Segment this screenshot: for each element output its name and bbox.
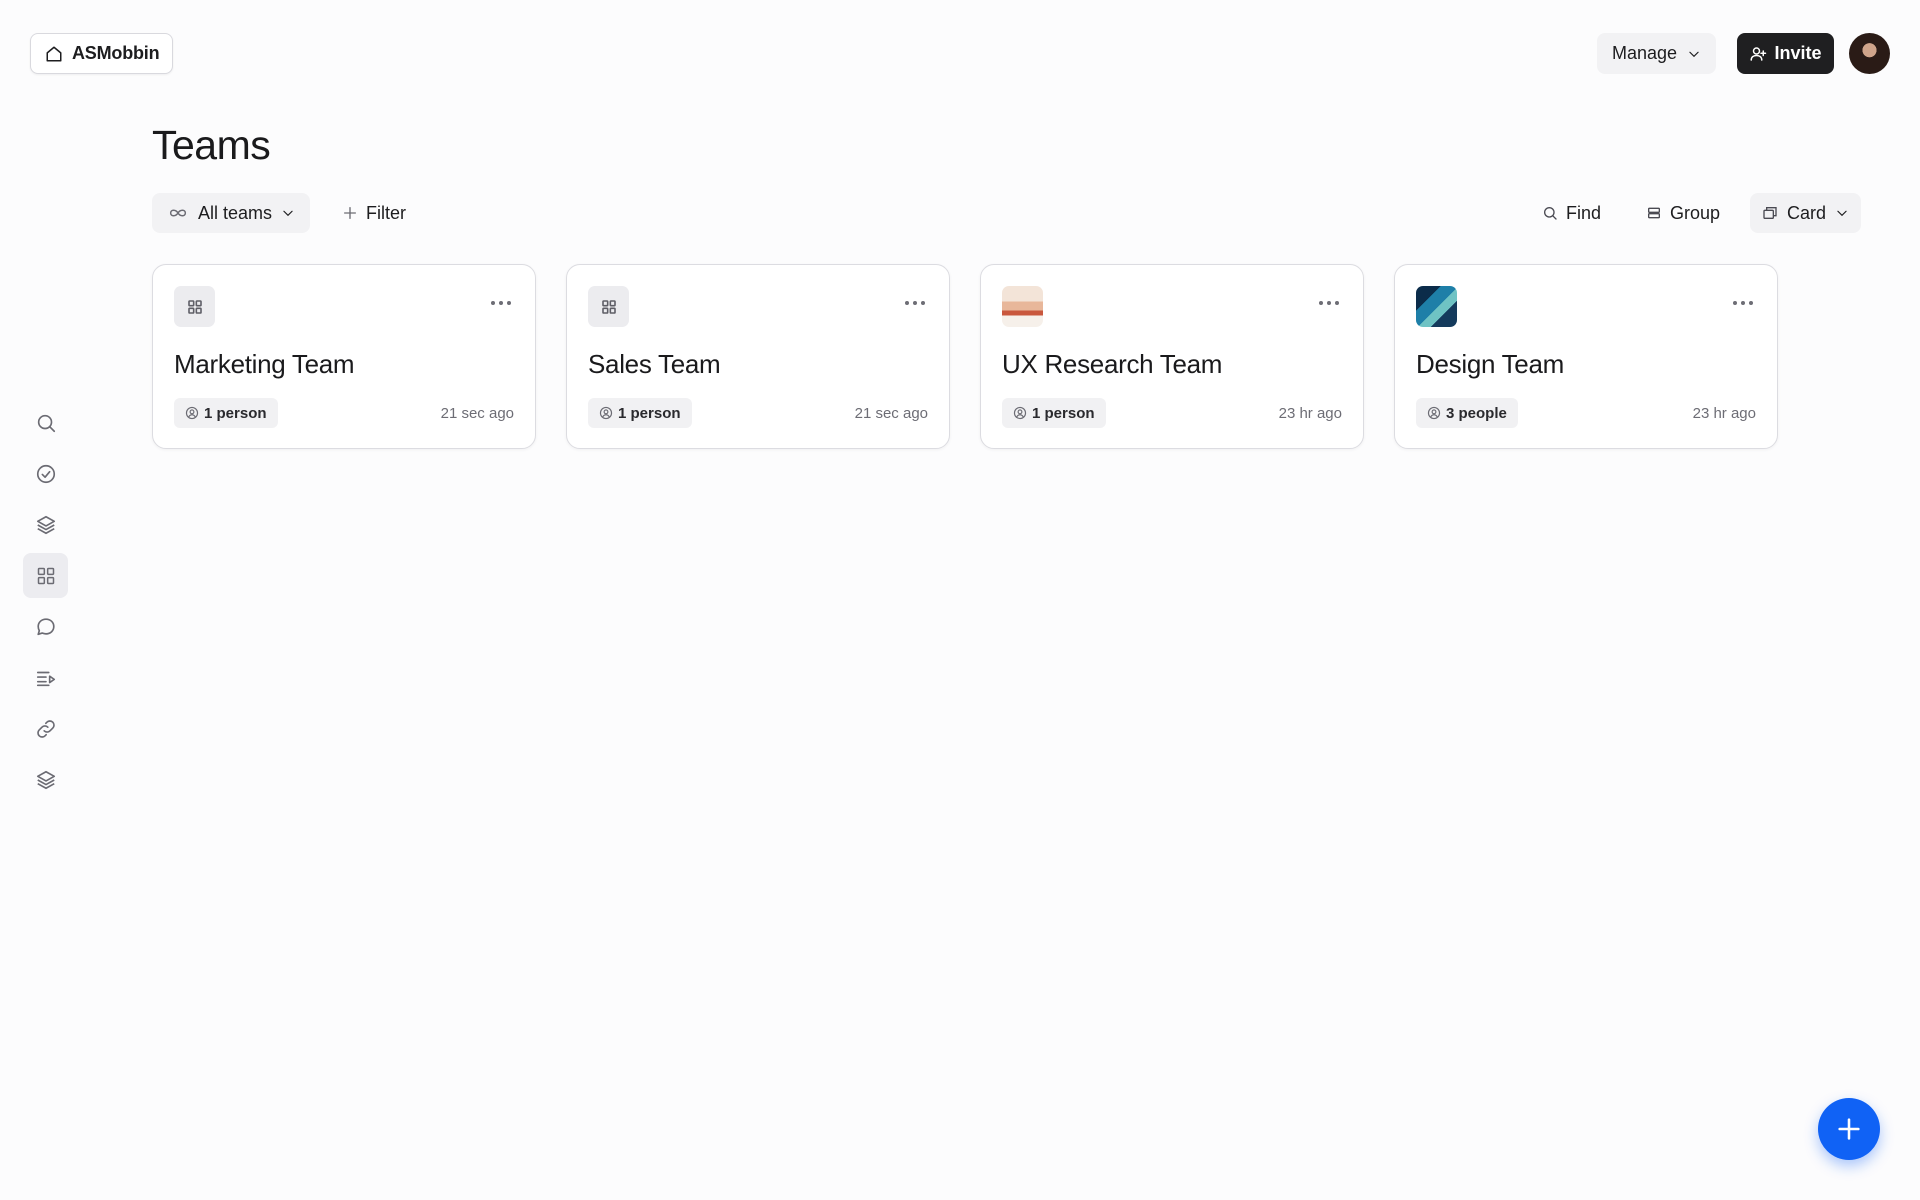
manage-button[interactable]: Manage xyxy=(1597,33,1717,74)
team-card[interactable]: Design Team 3 people 23 hr ago xyxy=(1394,264,1778,449)
plus-icon xyxy=(342,205,358,221)
search-icon xyxy=(35,412,57,434)
member-count-badge: 1 person xyxy=(588,398,692,428)
page-title: Teams xyxy=(152,122,271,168)
member-count: 1 person xyxy=(204,404,267,422)
team-thumbnail xyxy=(588,286,629,327)
team-card[interactable]: Sales Team 1 person 21 sec ago xyxy=(566,264,950,449)
team-name: Sales Team xyxy=(588,349,721,379)
user-circle-icon xyxy=(599,406,613,420)
create-team-button[interactable] xyxy=(1818,1098,1880,1160)
team-thumbnail xyxy=(174,286,215,327)
team-photo-thumbnail xyxy=(1002,286,1043,327)
grid-icon xyxy=(601,299,617,315)
chevron-down-icon xyxy=(281,206,295,220)
invite-button[interactable]: Invite xyxy=(1737,33,1834,74)
member-count-badge: 1 person xyxy=(1002,398,1106,428)
sidebar-item-tasks[interactable] xyxy=(23,451,68,496)
more-options-icon[interactable] xyxy=(905,297,925,309)
view-mode-label: Card xyxy=(1787,202,1827,223)
member-count-badge: 3 people xyxy=(1416,398,1518,428)
workspace-name: ASMobbin xyxy=(72,43,160,63)
find-label: Find xyxy=(1566,202,1602,223)
invite-label: Invite xyxy=(1774,43,1822,63)
filter-label: Filter xyxy=(366,202,406,223)
sidebar-item-messages[interactable] xyxy=(23,604,68,649)
link-icon xyxy=(35,718,57,740)
more-options-icon[interactable] xyxy=(1733,297,1753,309)
add-filter-button[interactable]: Filter xyxy=(336,193,412,233)
infinity-icon xyxy=(167,206,189,220)
add-user-icon xyxy=(1749,45,1767,63)
grid-icon xyxy=(187,299,203,315)
plus-icon xyxy=(1835,1115,1863,1143)
sidebar-item-projects[interactable] xyxy=(23,502,68,547)
user-circle-icon xyxy=(1013,406,1027,420)
find-button[interactable]: Find xyxy=(1536,193,1607,233)
team-scope-label: All teams xyxy=(198,202,273,223)
member-count: 1 person xyxy=(1032,404,1095,422)
updated-time: 21 sec ago xyxy=(440,405,514,422)
playlist-icon xyxy=(35,667,57,689)
layers-icon xyxy=(35,514,57,536)
updated-time: 23 hr ago xyxy=(1692,405,1756,422)
grid-icon xyxy=(36,566,56,586)
sidebar-nav xyxy=(23,400,68,808)
group-button[interactable]: Group xyxy=(1640,193,1726,233)
more-options-icon[interactable] xyxy=(491,297,511,309)
team-scope-dropdown[interactable]: All teams xyxy=(152,193,311,233)
team-card[interactable]: UX Research Team 1 person 23 hr ago xyxy=(980,264,1364,449)
team-name: Marketing Team xyxy=(174,349,355,379)
updated-time: 21 sec ago xyxy=(854,405,928,422)
workspace-switcher[interactable]: ASMobbin xyxy=(30,33,174,74)
group-rows-icon xyxy=(1646,205,1662,221)
group-label: Group xyxy=(1670,202,1721,223)
chevron-down-icon xyxy=(1835,206,1849,220)
team-card[interactable]: Marketing Team 1 person 21 sec ago xyxy=(152,264,536,449)
updated-time: 23 hr ago xyxy=(1278,405,1342,422)
user-circle-icon xyxy=(185,406,199,420)
team-name: UX Research Team xyxy=(1002,349,1223,379)
search-icon xyxy=(1542,205,1558,221)
home-icon xyxy=(45,45,63,63)
team-photo-thumbnail xyxy=(1416,286,1457,327)
team-name: Design Team xyxy=(1416,349,1564,379)
sidebar-item-links[interactable] xyxy=(23,706,68,751)
view-mode-dropdown[interactable]: Card xyxy=(1750,193,1862,233)
member-count-badge: 1 person xyxy=(174,398,278,428)
card-view-icon xyxy=(1762,205,1778,221)
member-count: 1 person xyxy=(618,404,681,422)
more-options-icon[interactable] xyxy=(1319,297,1339,309)
chat-bubble-icon xyxy=(35,616,57,638)
check-circle-icon xyxy=(35,463,57,485)
sidebar-item-playlists[interactable] xyxy=(23,655,68,700)
user-circle-icon xyxy=(1427,406,1441,420)
sidebar-item-teams[interactable] xyxy=(23,553,68,598)
chevron-down-icon xyxy=(1687,47,1701,61)
sidebar-item-search[interactable] xyxy=(23,400,68,445)
manage-label: Manage xyxy=(1612,43,1678,63)
sidebar-item-library[interactable] xyxy=(23,757,68,802)
stack-icon xyxy=(35,769,57,791)
member-count: 3 people xyxy=(1446,404,1507,422)
avatar[interactable] xyxy=(1849,33,1890,74)
